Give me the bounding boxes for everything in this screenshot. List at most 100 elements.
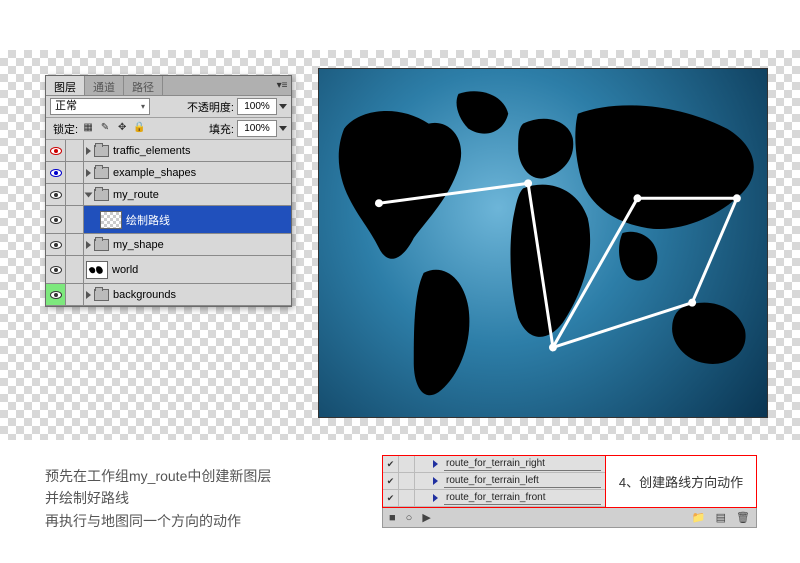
action-row-left[interactable]: ✔ route_for_terrain_left xyxy=(383,473,605,490)
callout-text: 4、创建路线方向动作 xyxy=(606,456,756,507)
visibility-toggle[interactable] xyxy=(46,256,66,283)
layer-name: backgrounds xyxy=(113,289,176,301)
layer-name: 绘制路线 xyxy=(126,212,170,228)
expand-icon[interactable] xyxy=(433,477,438,485)
layer-name: world xyxy=(112,264,138,276)
expand-icon[interactable] xyxy=(86,241,91,249)
action-check-icon[interactable]: ✔ xyxy=(383,473,399,489)
layer-group-traffic-elements[interactable]: traffic_elements xyxy=(46,140,291,162)
tab-paths[interactable]: 路径 xyxy=(124,76,163,95)
visibility-toggle[interactable] xyxy=(46,234,66,255)
fill-label: 填充: xyxy=(209,121,234,137)
folder-icon xyxy=(94,167,109,179)
world-map-svg xyxy=(319,69,767,417)
layer-world[interactable]: world xyxy=(46,256,291,284)
eye-icon xyxy=(50,147,62,155)
action-dialog-toggle[interactable] xyxy=(399,456,415,472)
play-icon[interactable]: ▶ xyxy=(422,511,430,524)
layer-name: my_shape xyxy=(113,239,164,251)
link-box[interactable] xyxy=(66,206,84,233)
lock-paint-icon[interactable]: ✎ xyxy=(98,122,112,136)
link-box[interactable] xyxy=(66,284,84,305)
expand-icon[interactable] xyxy=(433,460,438,468)
expand-icon[interactable] xyxy=(433,494,438,502)
blend-row: 正常 ▾ 不透明度: 100% xyxy=(46,96,291,118)
tab-channels[interactable]: 通道 xyxy=(85,76,124,95)
folder-icon xyxy=(94,289,109,301)
layer-group-backgrounds[interactable]: backgrounds xyxy=(46,284,291,306)
instruction-line-3: 再执行与地图同一个方向的动作 xyxy=(45,510,271,532)
action-name: route_for_terrain_right xyxy=(444,458,601,471)
trash-icon[interactable]: 🗑 xyxy=(736,511,750,524)
fill-dropdown-icon[interactable] xyxy=(279,126,287,131)
actions-callout-box: ✔ route_for_terrain_right ✔ route_for_te… xyxy=(382,455,757,508)
lock-row: 锁定: ▦ ✎ ✥ 🔒 填充: 100% xyxy=(46,118,291,140)
lock-transparency-icon[interactable]: ▦ xyxy=(81,122,95,136)
action-name: route_for_terrain_front xyxy=(444,492,601,505)
record-icon[interactable]: ○ xyxy=(406,512,413,524)
panel-menu-icon[interactable]: ▾≡ xyxy=(273,76,291,95)
expand-icon[interactable] xyxy=(86,169,91,177)
actions-toolbar: ■ ○ ▶ 📁 ▤ 🗑 xyxy=(382,508,757,528)
visibility-toggle[interactable] xyxy=(46,206,66,233)
instruction-line-2: 并绘制好路线 xyxy=(45,487,271,509)
action-dialog-toggle[interactable] xyxy=(399,473,415,489)
link-box[interactable] xyxy=(66,184,84,205)
layers-panel: 图层 通道 路径 ▾≡ 正常 ▾ 不透明度: 100% 锁定: ▦ ✎ ✥ 🔒 … xyxy=(45,75,292,307)
opacity-label: 不透明度: xyxy=(187,99,234,115)
opacity-dropdown-icon[interactable] xyxy=(279,104,287,109)
action-name: route_for_terrain_left xyxy=(444,475,601,488)
link-box[interactable] xyxy=(66,140,84,161)
layer-thumbnail xyxy=(86,261,108,279)
actions-list: ✔ route_for_terrain_right ✔ route_for_te… xyxy=(383,456,606,507)
lock-move-icon[interactable]: ✥ xyxy=(115,122,129,136)
expand-icon[interactable] xyxy=(86,291,91,299)
eye-icon xyxy=(50,191,62,199)
actions-area: ✔ route_for_terrain_right ✔ route_for_te… xyxy=(382,455,757,528)
folder-icon xyxy=(94,145,109,157)
layer-group-example-shapes[interactable]: example_shapes xyxy=(46,162,291,184)
lock-all-icon[interactable]: 🔒 xyxy=(132,122,146,136)
link-box[interactable] xyxy=(66,162,84,183)
action-row-front[interactable]: ✔ route_for_terrain_front xyxy=(383,490,605,507)
new-set-icon[interactable]: 📁 xyxy=(692,511,706,524)
visibility-toggle[interactable] xyxy=(46,162,66,183)
layer-draw-route[interactable]: 绘制路线 xyxy=(46,206,291,234)
visibility-toggle[interactable] xyxy=(46,184,66,205)
action-check-icon[interactable]: ✔ xyxy=(383,490,399,506)
link-box[interactable] xyxy=(66,234,84,255)
blend-mode-select[interactable]: 正常 ▾ xyxy=(50,98,150,115)
instructions-text: 预先在工作组my_route中创建新图层 并绘制好路线 再执行与地图同一个方向的… xyxy=(45,465,271,532)
visibility-toggle[interactable] xyxy=(46,284,66,305)
folder-icon xyxy=(94,239,109,251)
stop-icon[interactable]: ■ xyxy=(389,512,396,524)
action-row-right[interactable]: ✔ route_for_terrain_right xyxy=(383,456,605,473)
action-dialog-toggle[interactable] xyxy=(399,490,415,506)
layer-group-my-shape[interactable]: my_shape xyxy=(46,234,291,256)
layer-thumbnail xyxy=(100,211,122,229)
layer-name: example_shapes xyxy=(113,167,196,179)
lock-icons: ▦ ✎ ✥ 🔒 xyxy=(81,121,146,136)
expand-icon[interactable] xyxy=(86,147,91,155)
visibility-toggle[interactable] xyxy=(46,140,66,161)
eye-icon xyxy=(50,266,62,274)
eye-icon xyxy=(50,291,62,299)
lock-label: 锁定: xyxy=(53,121,78,137)
layer-group-my-route[interactable]: my_route xyxy=(46,184,291,206)
instruction-line-1: 预先在工作组my_route中创建新图层 xyxy=(45,465,271,487)
new-action-icon[interactable]: ▤ xyxy=(716,511,726,524)
eye-icon xyxy=(50,216,62,224)
collapse-icon[interactable] xyxy=(85,192,93,197)
panel-tabs: 图层 通道 路径 ▾≡ xyxy=(46,76,291,96)
fill-input[interactable]: 100% xyxy=(237,120,277,137)
layer-name: traffic_elements xyxy=(113,145,190,157)
eye-icon xyxy=(50,241,62,249)
blend-mode-value: 正常 xyxy=(55,99,77,114)
eye-icon xyxy=(50,169,62,177)
chevron-down-icon: ▾ xyxy=(141,99,145,114)
link-box[interactable] xyxy=(66,256,84,283)
action-check-icon[interactable]: ✔ xyxy=(383,456,399,472)
folder-icon xyxy=(94,189,109,201)
tab-layers[interactable]: 图层 xyxy=(46,76,85,95)
opacity-input[interactable]: 100% xyxy=(237,98,277,115)
